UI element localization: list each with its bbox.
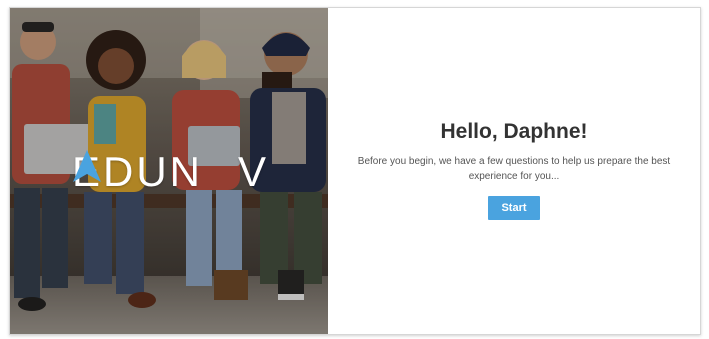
hero-image-panel: EDUN V — [10, 8, 328, 334]
start-button[interactable]: Start — [488, 196, 540, 220]
onboarding-card: EDUN V Hello, Daphne! Before you begin, … — [9, 7, 701, 335]
welcome-message: Before you begin, we have a few question… — [357, 156, 671, 182]
greeting-heading: Hello, Daphne! — [440, 120, 588, 143]
triangle-a-icon — [73, 150, 235, 190]
edunav-logo: EDUN V — [72, 148, 269, 196]
welcome-panel: Hello, Daphne! Before you begin, we have… — [328, 8, 700, 334]
logo-text-right: V — [238, 148, 270, 195]
